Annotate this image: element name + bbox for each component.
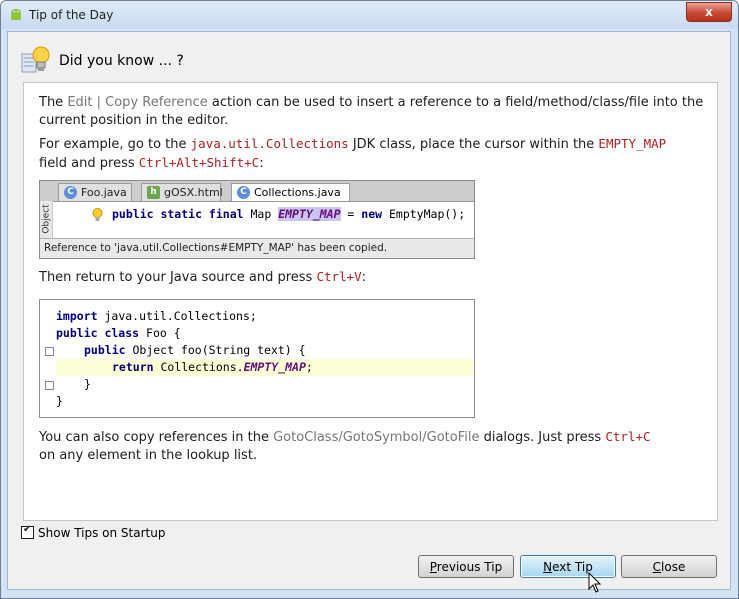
code-line: return Collections.EMPTY_MAP;: [112, 360, 313, 374]
tip-paragraph-3: Then return to your Java source and pres…: [39, 269, 366, 285]
goto-dialogs: GotoClass/GotoSymbol/GotoFile: [273, 430, 480, 445]
code-line: }: [84, 377, 91, 391]
close-button[interactable]: Close: [621, 555, 717, 578]
android-app-icon: [11, 9, 21, 20]
fold-marker: [45, 347, 54, 356]
tip-paragraph-4: You can also copy references in the Goto…: [39, 429, 651, 463]
structure-side-tab: Object: [40, 201, 53, 238]
shortcut-copy: Ctrl+C: [605, 429, 651, 444]
editor-screenshot-2: import java.util.Collections; public cla…: [39, 299, 475, 418]
code-line: }: [56, 394, 63, 408]
tab-collections-java: C Collections.java: [231, 183, 350, 201]
code-line: public class Foo {: [56, 326, 181, 340]
editor-screenshot-1: C Foo.java h gOSX.html C Collections.java O…: [39, 180, 475, 259]
action-copy-reference: Copy Reference: [105, 95, 208, 110]
tab-gosx-html: h gOSX.html: [141, 183, 223, 201]
tip-paragraph-2: For example, go to the java.util.Collect…: [39, 136, 667, 171]
empty-map-field: EMPTY_MAP: [278, 207, 341, 221]
tip-paragraph-1: The Edit | Copy Reference action can be …: [39, 95, 704, 128]
class-file-icon: C: [64, 186, 77, 199]
field-name-code: EMPTY_MAP: [598, 136, 667, 151]
html-file-icon: h: [147, 186, 160, 199]
action-edit: Edit: [67, 95, 93, 110]
window-close-button[interactable]: x: [686, 2, 732, 22]
code-line: import java.util.Collections;: [56, 309, 257, 323]
editor-tab-bar: C Foo.java h gOSX.html C Collections.java: [40, 181, 474, 202]
dialog-heading: Did you know ... ?: [59, 53, 184, 69]
shortcut-copy-reference: Ctrl+Alt+Shift+C: [138, 155, 260, 170]
shortcut-paste: Ctrl+V: [316, 269, 362, 284]
lightbulb-icon: [21, 46, 50, 73]
tip-of-the-day-window: Tip of the Day x Did you know ... ? The …: [0, 0, 739, 599]
window-title: Tip of the Day: [29, 8, 114, 22]
checkbox-box[interactable]: [21, 524, 34, 539]
show-tips-checkbox[interactable]: Show Tips on Startup: [21, 524, 166, 540]
empty-map-field: EMPTY_MAP: [243, 360, 306, 374]
code-line-empty-map: public static final Map EMPTY_MAP = new …: [112, 207, 466, 221]
editor-status-bar: Reference to 'java.util.Collections#EMPT…: [40, 238, 474, 258]
show-tips-label: Show Tips on Startup: [38, 526, 166, 540]
previous-tip-button[interactable]: Previous Tip: [418, 555, 514, 578]
fold-marker: [45, 381, 54, 390]
class-name-code: java.util.Collections: [190, 136, 349, 151]
class-file-icon: C: [237, 186, 250, 199]
intention-bulb-icon: [92, 208, 103, 221]
title-bar[interactable]: Tip of the Day x: [1, 1, 738, 29]
mouse-cursor-icon: [588, 572, 602, 593]
code-line: public Object foo(String text) {: [84, 343, 306, 357]
tab-foo-java: C Foo.java: [58, 183, 132, 201]
tip-content-panel: The Edit | Copy Reference action can be …: [23, 82, 718, 521]
dialog-body: Did you know ... ? The Edit | Copy Refer…: [7, 31, 731, 590]
